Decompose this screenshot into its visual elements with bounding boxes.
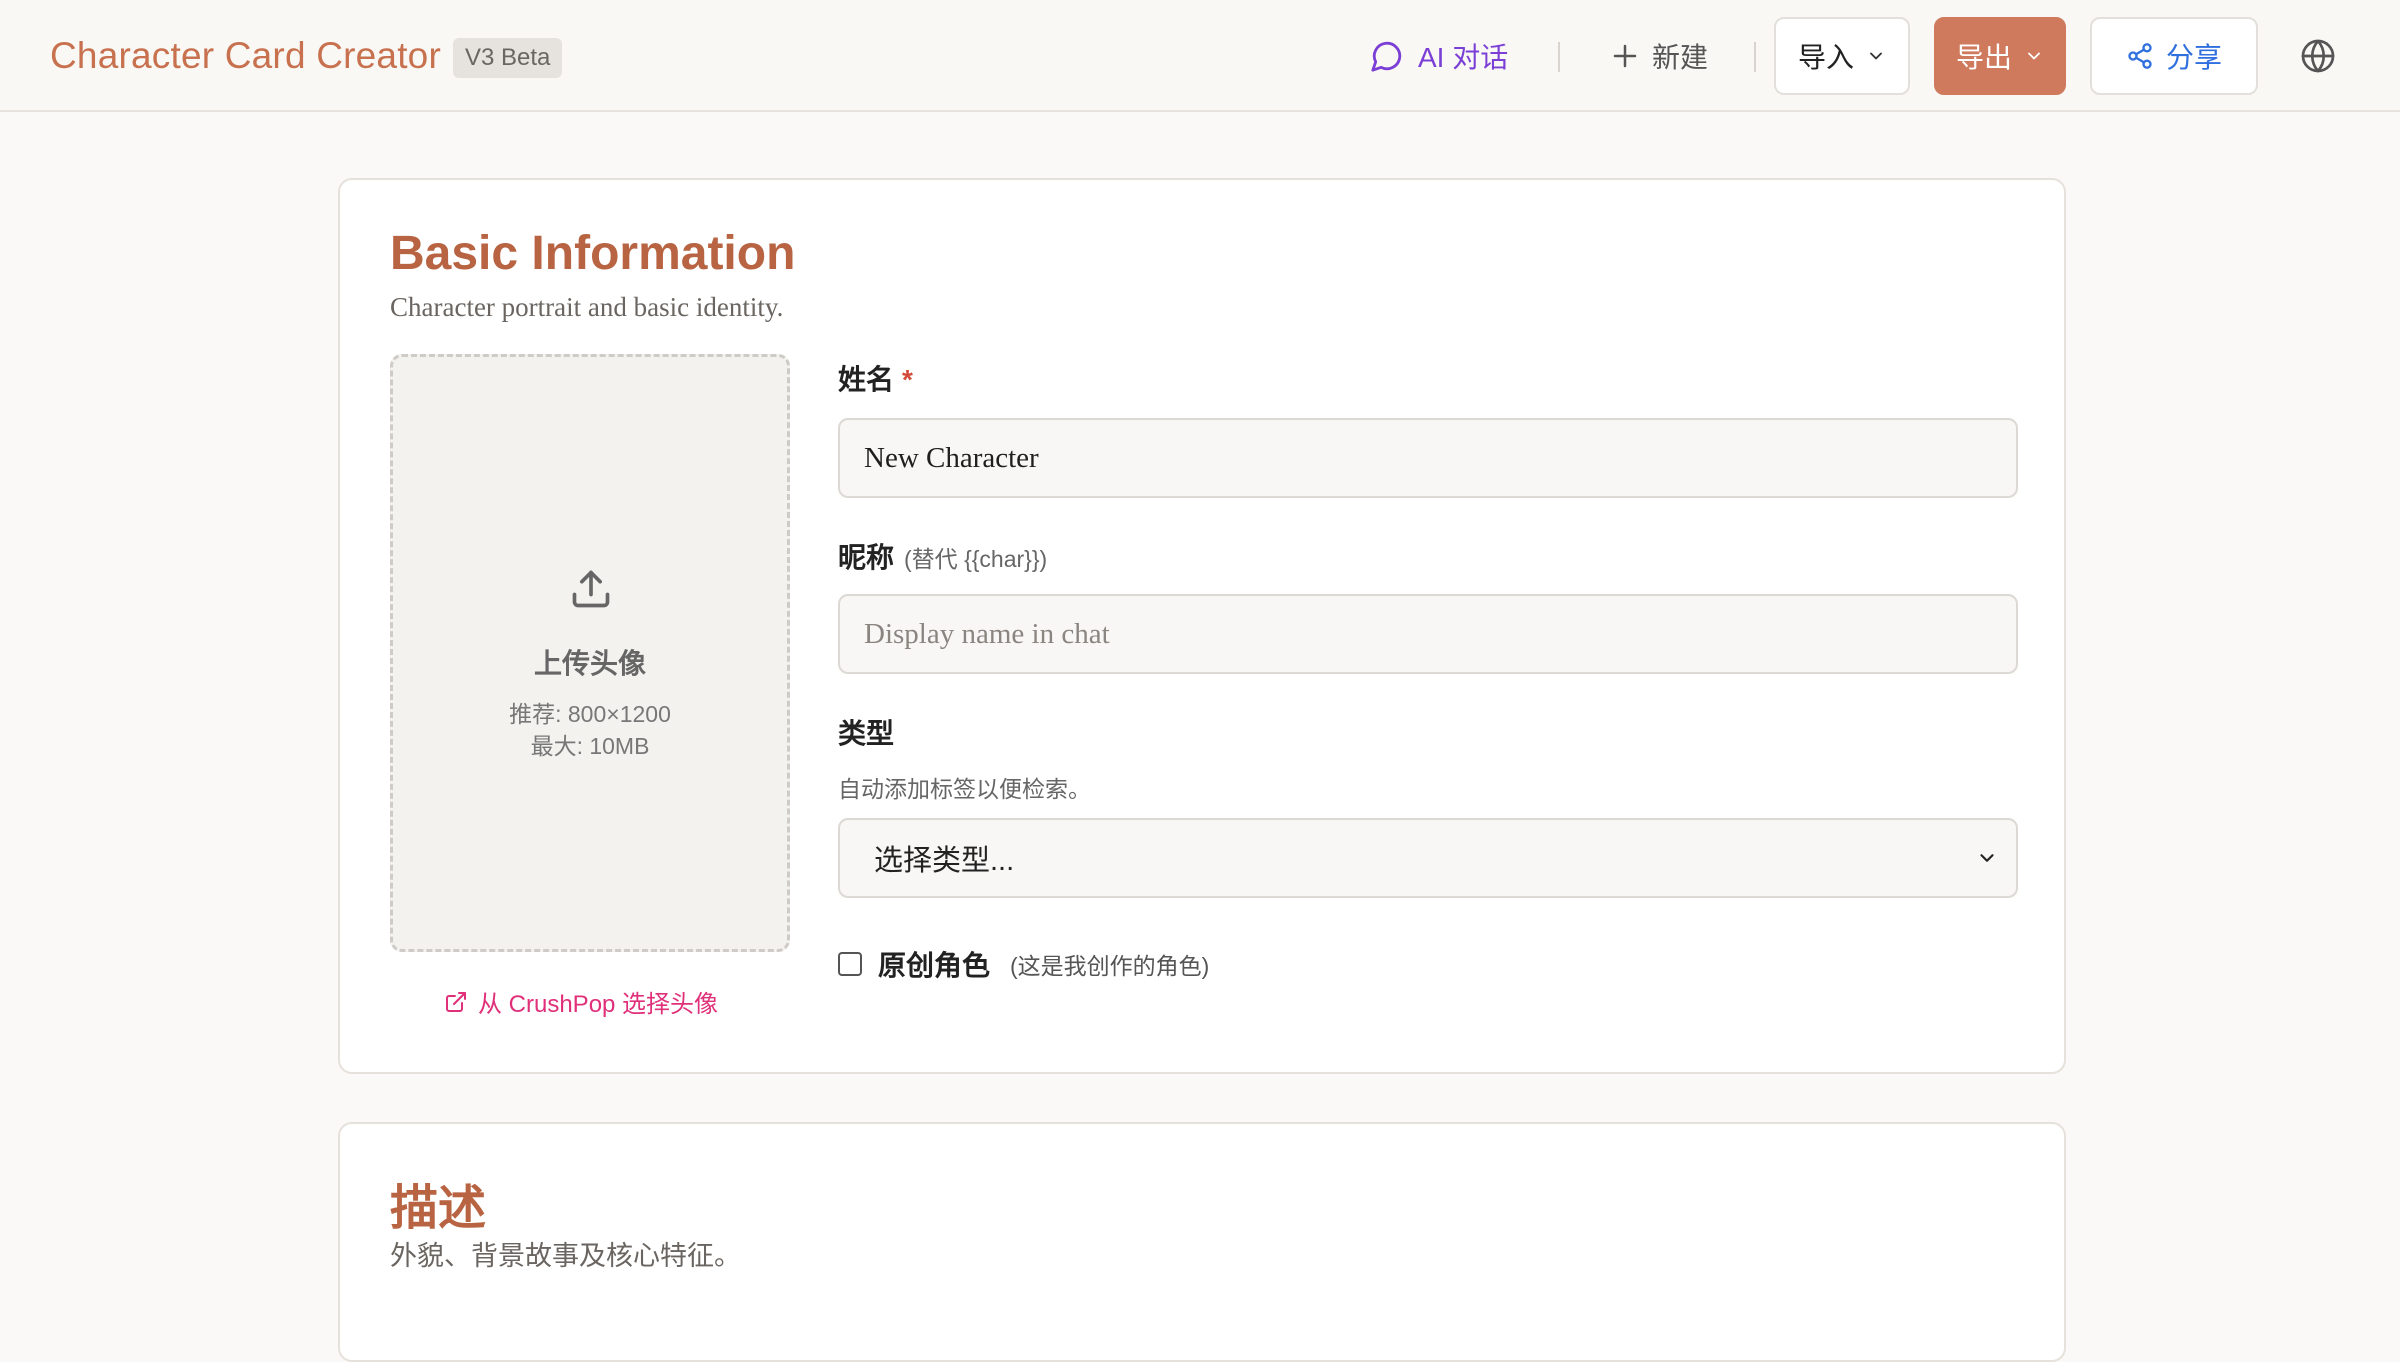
original-character-row: 原创角色 (这是我创作的角色): [838, 944, 1209, 984]
original-character-checkbox[interactable]: [838, 952, 862, 976]
upload-icon: [572, 570, 610, 608]
app-title: Character Card Creator: [50, 35, 441, 76]
new-label: 新建: [1652, 42, 1709, 73]
nickname-input[interactable]: Display name in chat: [838, 594, 2018, 674]
header-divider: [1558, 42, 1560, 72]
basic-info-card: Basic Information Character portrait and…: [338, 178, 2066, 1074]
chevron-down-icon: [1870, 52, 1882, 60]
import-label: 导入: [1797, 42, 1854, 73]
chevron-down-icon: [2028, 52, 2040, 60]
crushpop-link-label: 从 CrushPop 选择头像: [478, 991, 719, 1018]
export-button[interactable]: 导出: [1934, 17, 2066, 95]
original-character-label[interactable]: 原创角色: [878, 944, 990, 984]
nickname-label-text: 昵称: [838, 542, 895, 573]
brand: Character Card Creator V3 Beta: [50, 34, 563, 78]
share-button[interactable]: 分享: [2090, 17, 2258, 95]
nickname-label: 昵称 (替代 {{char}}): [838, 536, 1047, 576]
share-label: 分享: [2165, 42, 2222, 73]
share-icon: [2128, 43, 2152, 69]
type-description: 自动添加标签以便检索。: [838, 776, 1091, 802]
header-divider: [1754, 42, 1756, 72]
version-badge: V3 Beta: [453, 38, 563, 78]
export-label: 导出: [1955, 42, 2012, 73]
section-subtitle: 外貌、背景故事及核心特征。: [390, 1241, 741, 1271]
upload-hint-recommend: 推荐: 800×1200: [509, 701, 671, 727]
ai-chat-label: AI 对话: [1418, 42, 1509, 73]
avatar-upload-area[interactable]: 上传头像 推荐: 800×1200 最大: 10MB: [390, 354, 790, 952]
external-link-icon: [446, 991, 466, 1012]
upload-label: 上传头像: [533, 648, 646, 679]
type-label: 类型: [838, 718, 895, 749]
chevron-down-icon: [1980, 854, 1994, 862]
upload-hint-max: 最大: 10MB: [530, 733, 650, 759]
type-select[interactable]: 选择类型...: [838, 818, 2018, 898]
app-header: Character Card Creator V3 Beta AI 对话 新建 …: [0, 0, 2400, 112]
section-title: Basic Information: [390, 227, 796, 280]
import-button[interactable]: 导入: [1774, 17, 1910, 95]
required-marker: *: [902, 364, 913, 395]
section-title: 描述: [390, 1182, 487, 1235]
name-label: 姓名 *: [838, 358, 913, 398]
new-button[interactable]: 新建: [1610, 0, 1708, 112]
description-card: 描述 外貌、背景故事及核心特征。: [338, 1122, 2066, 1362]
name-input[interactable]: New Character: [838, 418, 2018, 498]
chat-bubble-icon: [1371, 41, 1402, 72]
original-character-note: (这是我创作的角色): [1010, 953, 1210, 979]
type-selected-value: 选择类型...: [874, 845, 1015, 877]
ai-chat-button[interactable]: AI 对话: [1370, 0, 1508, 112]
name-label-text: 姓名: [838, 364, 895, 395]
nickname-note: (替代 {{char}}): [904, 546, 1048, 572]
crushpop-avatar-link[interactable]: 从 CrushPop 选择头像: [444, 984, 718, 1019]
plus-icon: [1613, 44, 1637, 68]
section-subtitle: Character portrait and basic identity.: [390, 292, 784, 322]
globe-icon[interactable]: [2300, 38, 2336, 74]
